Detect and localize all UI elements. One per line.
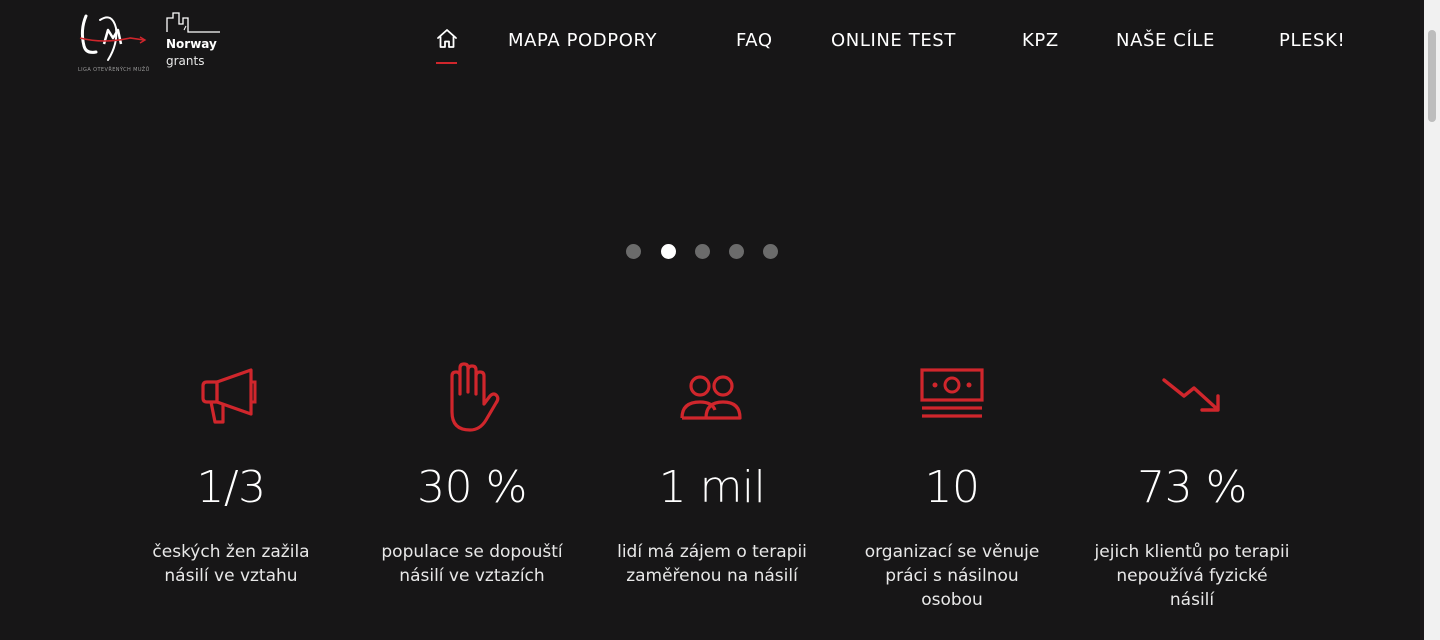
lom-logo[interactable]: LIGA OTEVŘENÝCH MUŽŮ <box>74 8 152 73</box>
norway-grants-line2: grants <box>166 54 205 68</box>
carousel-dot-3[interactable] <box>695 244 710 259</box>
megaphone-icon <box>197 360 265 436</box>
stat-description: lidí má zájem o terapii zaměřenou na nás… <box>617 542 807 586</box>
nav-item-kpz[interactable]: KPZ <box>1022 30 1059 51</box>
carousel-dot-1[interactable] <box>626 244 641 259</box>
carousel-dot-4[interactable] <box>729 244 744 259</box>
trend-down-icon <box>1158 360 1226 436</box>
people-icon <box>678 360 746 436</box>
stat-description: populace se dopouští násilí ve vztazích <box>381 542 563 586</box>
site-header: LIGA OTEVŘENÝCH MUŽŮ Norway grants MAPA … <box>0 0 1424 84</box>
home-icon <box>437 29 457 48</box>
money-icon <box>918 360 986 436</box>
norway-grants-logo[interactable]: Norway grants <box>166 10 226 70</box>
scrollbar-thumb[interactable] <box>1428 30 1436 122</box>
lom-logo-mark-icon <box>79 14 147 61</box>
stat-value: 1/3 <box>196 462 266 513</box>
stat-description: jejich klientů po terapii nepoužívá fyzi… <box>1094 542 1290 610</box>
nav-home[interactable] <box>436 28 458 64</box>
nav-item-faq[interactable]: FAQ <box>736 30 773 51</box>
stat-value: 1 mil <box>658 462 766 513</box>
page-scrollbar[interactable] <box>1424 0 1440 640</box>
page: LIGA OTEVŘENÝCH MUŽŮ Norway grants MAPA … <box>0 0 1424 640</box>
stat-description: českých žen zažila násilí ve vztahu <box>152 542 310 586</box>
nav-item-nase-cile[interactable]: NAŠE CÍLE <box>1116 30 1215 51</box>
carousel-dot-5[interactable] <box>763 244 778 259</box>
stat-value: 30 % <box>417 462 527 513</box>
norway-grants-line1: Norway <box>166 37 217 51</box>
carousel-dot-2-active[interactable] <box>661 244 676 259</box>
stat-description: organizací se věnuje práci s násilnou os… <box>864 542 1040 610</box>
nav-item-online-test[interactable]: ONLINE TEST <box>831 30 956 51</box>
nav-item-plesk[interactable]: PLESK! <box>1279 30 1345 51</box>
stat-value: 10 <box>924 462 981 513</box>
stat-value: 73 % <box>1137 462 1247 513</box>
stop-hand-icon <box>438 360 506 436</box>
norway-grants-mark-icon <box>166 12 220 33</box>
lom-logo-tagline: LIGA OTEVŘENÝCH MUŽŮ <box>78 67 150 73</box>
nav-active-indicator <box>436 62 457 64</box>
nav-item-mapa-podpory[interactable]: MAPA PODPORY <box>508 30 657 51</box>
